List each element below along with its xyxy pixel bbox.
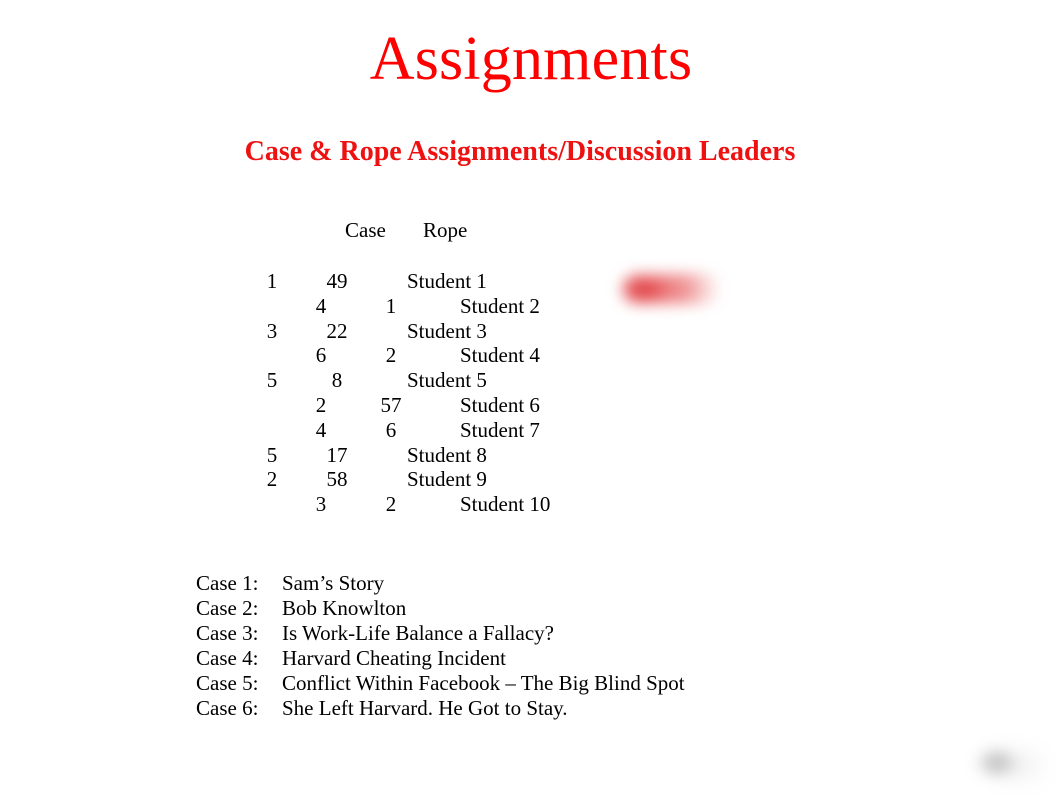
table-row: 3 22 Student 3 [0, 319, 1062, 344]
row-case-value: 6 [315, 343, 327, 368]
row-case-number: 1 [266, 269, 278, 293]
row-case-value: 58 [326, 467, 348, 492]
table-body: 1 49 Student 1 4 1 Student 2 3 22 Student 3 6 2 Stu… [0, 269, 1062, 517]
case-legend-item: Case 5: Conflict Within Facebook – The Bi… [196, 671, 685, 696]
case-legend-title: Conflict Within Facebook – The Big Blind… [282, 671, 685, 695]
row-student-name: Student 4 [460, 343, 540, 368]
row-case-number: 5 [266, 368, 278, 393]
table-row: 4 6 Student 7 [0, 418, 1062, 443]
row-rope-value: 1 [385, 293, 397, 318]
row-student-name: Student 6 [460, 392, 540, 417]
case-legend-label: Case 5: [196, 671, 259, 695]
row-case-value: 4 [315, 417, 327, 442]
table-row: 6 2 Student 4 [0, 343, 1062, 368]
row-case-number: 2 [266, 467, 278, 492]
row-rope-value: 6 [385, 417, 397, 442]
case-legend-list: Case 1: Sam’s Story Case 2: Bob Knowlton Cas… [196, 571, 685, 721]
case-legend-label: Case 6: [196, 696, 259, 720]
case-legend-label: Case 2: [196, 596, 259, 620]
row-student-name: Student 1 [407, 269, 487, 293]
page-title: Assignments [369, 25, 693, 93]
column-header-rope: Rope [423, 218, 468, 242]
table-row: 4 1 Student 2 [0, 294, 1062, 319]
row-case-number: 5 [266, 442, 278, 467]
case-legend-title: Bob Knowlton [282, 596, 407, 620]
case-legend-item: Case 6: She Left Harvard. He Got to Stay. [196, 696, 685, 721]
row-rope-value: 2 [385, 492, 397, 517]
case-legend-item: Case 4: Harvard Cheating Incident [196, 646, 685, 671]
case-legend-item: Case 2: Bob Knowlton [196, 596, 685, 621]
table-row: 5 8 Student 5 [0, 368, 1062, 393]
row-student-name: Student 8 [407, 442, 487, 467]
blurred-corner-control [968, 733, 1052, 795]
row-rope-value: 57 [380, 392, 402, 417]
row-student-name: Student 5 [407, 368, 487, 393]
table-row: 2 58 Student 9 [0, 467, 1062, 492]
row-case-value: 49 [326, 269, 348, 293]
slide-canvas: Assignments Case & Rope Assignments/Disc… [0, 0, 1062, 797]
case-legend-title: Is Work-Life Balance a Fallacy? [282, 621, 554, 645]
case-legend-item: Case 3: Is Work-Life Balance a Fallacy? [196, 621, 685, 646]
row-student-name: Student 3 [407, 318, 487, 343]
row-case-value: 22 [326, 318, 348, 343]
row-case-value: 2 [315, 392, 327, 417]
row-rope-value: 2 [385, 343, 397, 368]
table-row: 5 17 Student 8 [0, 443, 1062, 468]
row-case-value: 4 [315, 293, 327, 318]
row-student-name: Student 10 [460, 492, 551, 517]
assignments-table: Case Rope 1 49 Student 1 4 1 Student 2 3 22 Stud… [0, 218, 1062, 517]
row-student-name: Student 7 [460, 417, 540, 442]
case-legend-label: Case 4: [196, 646, 259, 670]
page-subtitle: Case & Rope Assignments/Discussion Leade… [244, 136, 796, 167]
case-legend-title: Harvard Cheating Incident [282, 646, 506, 670]
table-header-row: Case Rope [0, 218, 1062, 252]
row-case-value: 8 [331, 368, 343, 393]
row-case-value: 3 [315, 492, 327, 517]
case-legend-label: Case 1: [196, 571, 259, 595]
row-case-number: 3 [266, 318, 278, 343]
row-student-name: Student 2 [460, 293, 540, 318]
case-legend-title: She Left Harvard. He Got to Stay. [282, 696, 568, 720]
table-row: 3 2 Student 10 [0, 492, 1062, 517]
table-row: 2 57 Student 6 [0, 393, 1062, 418]
table-row: 1 49 Student 1 [0, 269, 1062, 294]
case-legend-label: Case 3: [196, 621, 259, 645]
column-header-case: Case [345, 218, 386, 242]
case-legend-item: Case 1: Sam’s Story [196, 571, 685, 596]
row-student-name: Student 9 [407, 467, 487, 492]
case-legend-title: Sam’s Story [282, 571, 385, 595]
row-case-value: 17 [326, 442, 348, 467]
